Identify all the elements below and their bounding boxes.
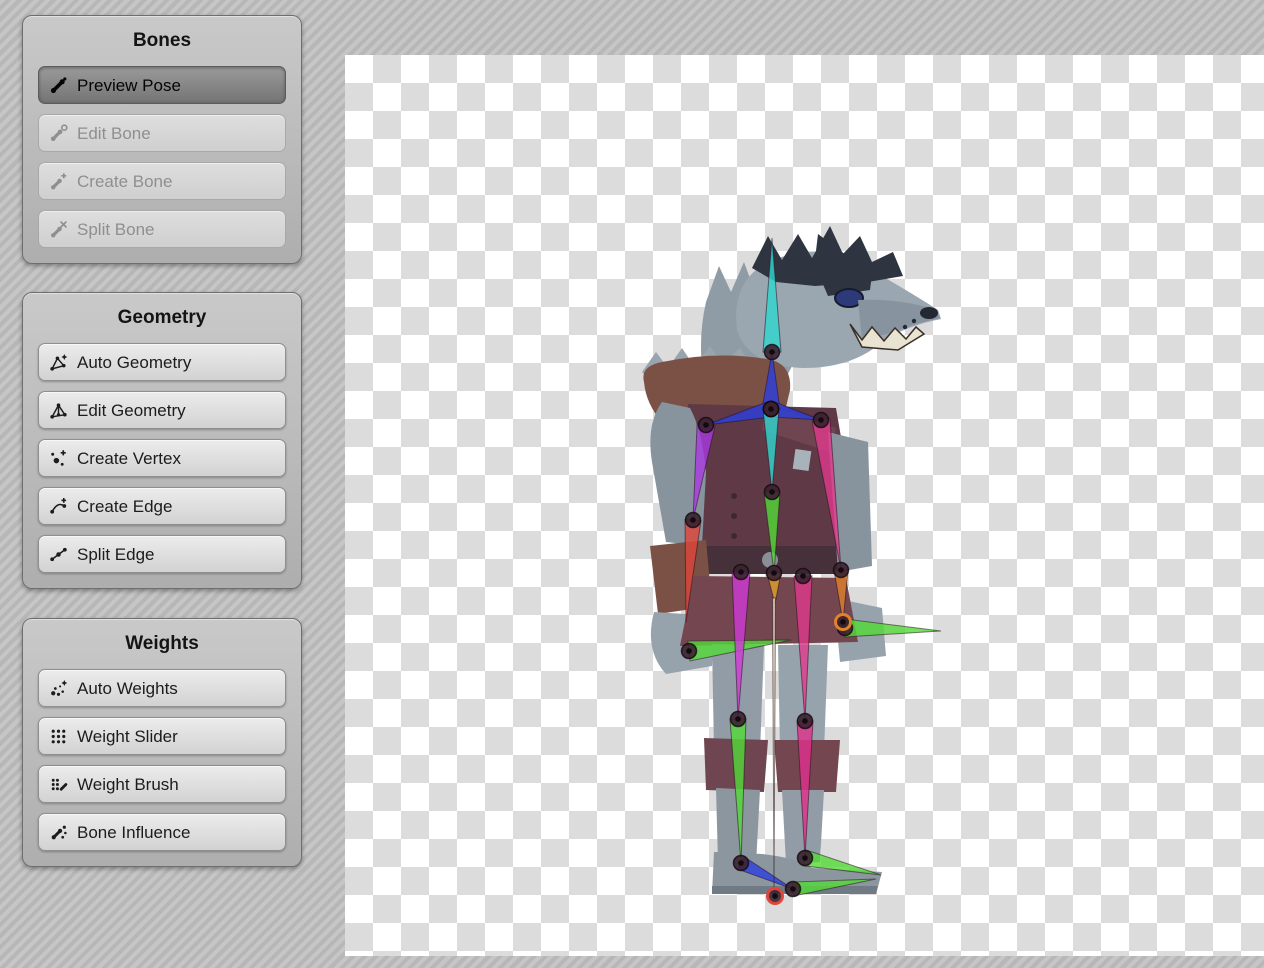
edit-bone-label: Edit Bone	[77, 125, 151, 142]
auto-geometry-label: Auto Geometry	[77, 354, 191, 371]
split-bone-icon	[49, 220, 68, 239]
weight-brush-button[interactable]: Weight Brush	[38, 765, 286, 803]
auto-weights-button[interactable]: Auto Weights	[38, 669, 286, 707]
create-vertex-icon	[49, 449, 68, 468]
bone-influence-button[interactable]: Bone Influence	[38, 813, 286, 851]
bones-panel: Bones Preview Pose Edit Bone Create Bone…	[22, 15, 302, 264]
create-bone-icon	[49, 172, 68, 191]
edit-geometry-button[interactable]: Edit Geometry	[38, 391, 286, 429]
bone-influence-icon	[49, 823, 68, 842]
create-vertex-label: Create Vertex	[77, 450, 181, 467]
split-edge-button[interactable]: Split Edge	[38, 535, 286, 573]
weight-slider-label: Weight Slider	[77, 728, 178, 745]
weights-panel: Weights Auto Weights Weight Slider Weigh…	[22, 618, 302, 867]
preview-pose-icon	[49, 76, 68, 95]
weight-slider-icon	[49, 727, 68, 746]
weights-panel-title: Weights	[38, 633, 286, 655]
create-bone-button[interactable]: Create Bone	[38, 162, 286, 200]
edit-bone-icon	[49, 124, 68, 143]
split-bone-button[interactable]: Split Bone	[38, 210, 286, 248]
geometry-panel: Geometry Auto Geometry Edit Geometry Cre…	[22, 292, 302, 589]
edit-bone-button[interactable]: Edit Bone	[38, 114, 286, 152]
create-edge-label: Create Edge	[77, 498, 172, 515]
edit-geometry-label: Edit Geometry	[77, 402, 186, 419]
sprite-canvas[interactable]	[345, 55, 1264, 956]
bones-panel-title: Bones	[38, 30, 286, 52]
create-edge-button[interactable]: Create Edge	[38, 487, 286, 525]
split-edge-label: Split Edge	[77, 546, 155, 563]
auto-geometry-button[interactable]: Auto Geometry	[38, 343, 286, 381]
split-edge-icon	[49, 545, 68, 564]
geometry-panel-title: Geometry	[38, 307, 286, 329]
weight-brush-label: Weight Brush	[77, 776, 179, 793]
auto-weights-label: Auto Weights	[77, 680, 178, 697]
create-edge-icon	[49, 497, 68, 516]
create-vertex-button[interactable]: Create Vertex	[38, 439, 286, 477]
split-bone-label: Split Bone	[77, 221, 155, 238]
preview-pose-button[interactable]: Preview Pose	[38, 66, 286, 104]
create-bone-label: Create Bone	[77, 173, 172, 190]
auto-weights-icon	[49, 679, 68, 698]
auto-geometry-icon	[49, 353, 68, 372]
weight-brush-icon	[49, 775, 68, 794]
skinning-editor: Bones Preview Pose Edit Bone Create Bone…	[0, 0, 1264, 968]
weight-slider-button[interactable]: Weight Slider	[38, 717, 286, 755]
edit-geometry-icon	[49, 401, 68, 420]
bone-influence-label: Bone Influence	[77, 824, 190, 841]
preview-pose-label: Preview Pose	[77, 77, 181, 94]
